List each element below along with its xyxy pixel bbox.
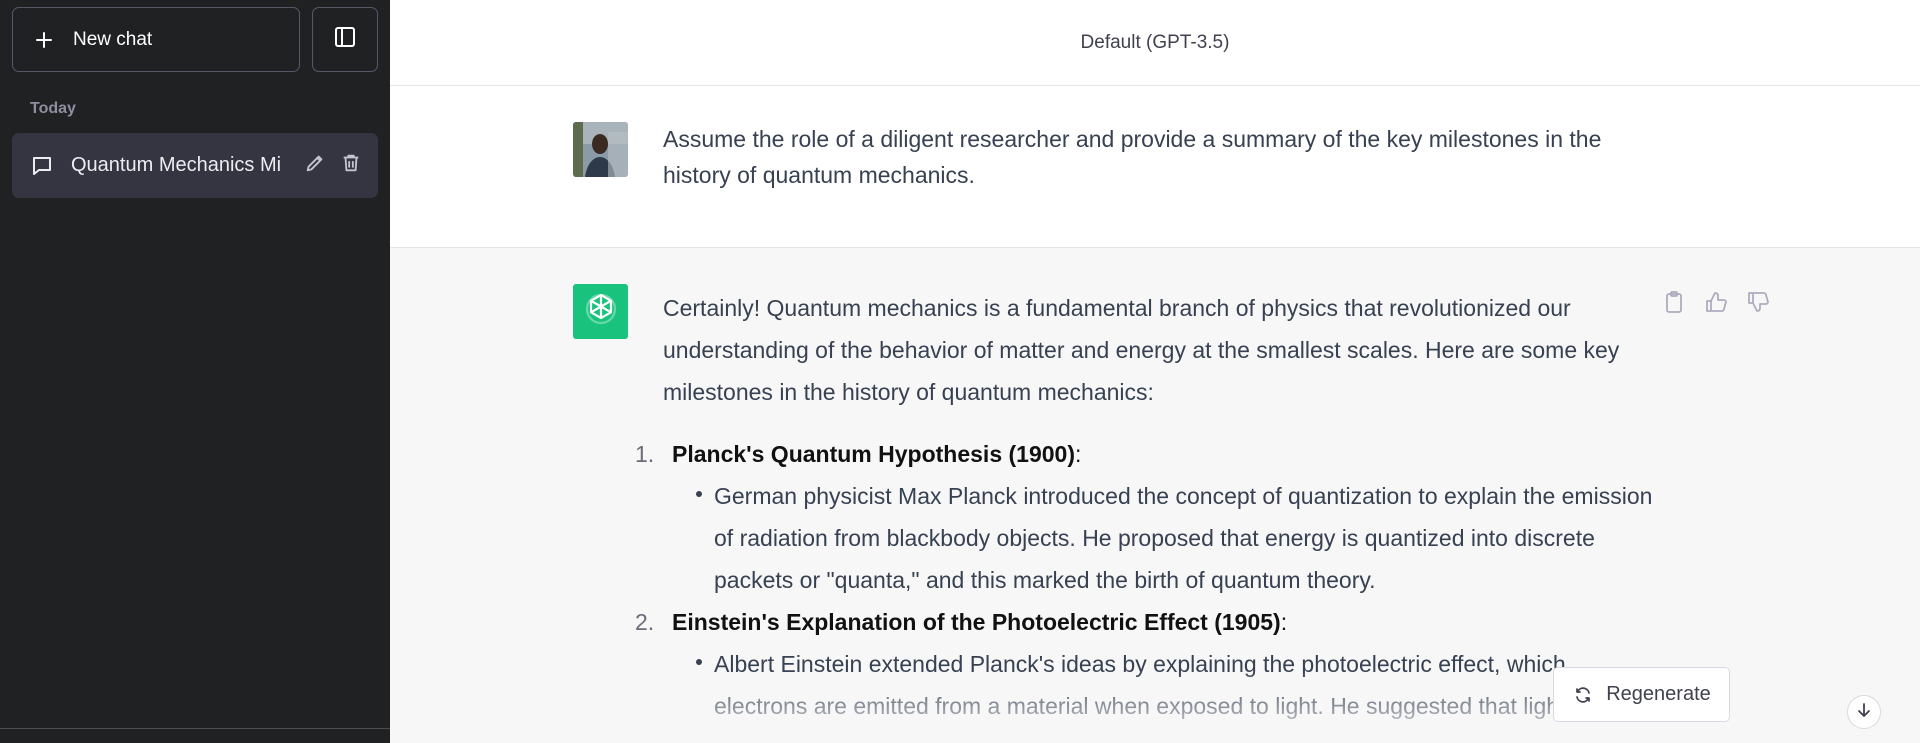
- conversation-title: Quantum Mechanics Mi: [71, 154, 282, 176]
- list-bullet: German physicist Max Planck introduced t…: [672, 475, 1663, 601]
- sidebar-divider: [0, 728, 390, 729]
- thumbs-up-icon: [1704, 290, 1728, 319]
- arrow-down-icon: [1855, 701, 1873, 724]
- list-number: 1.: [635, 441, 655, 467]
- list-heading-colon: :: [1280, 609, 1288, 635]
- thumbs-up-button[interactable]: [1702, 290, 1730, 318]
- list-heading-colon: :: [1074, 441, 1082, 467]
- chat-bubble-icon: [29, 153, 55, 179]
- section-label-today: Today: [30, 100, 76, 117]
- assistant-intro: Certainly! Quantum mechanics is a fundam…: [663, 295, 1620, 405]
- list-item: 1. Planck's Quantum Hypothesis (1900): G…: [635, 433, 1663, 601]
- delete-conversation-button[interactable]: [337, 152, 365, 180]
- assistant-avatar: [573, 284, 628, 339]
- conversation-item[interactable]: Quantum Mechanics Mi: [12, 133, 378, 198]
- regenerate-button[interactable]: Regenerate: [1553, 667, 1730, 722]
- clipboard-icon: [1663, 290, 1685, 319]
- copy-button[interactable]: [1660, 290, 1688, 318]
- regenerate-label: Regenerate: [1606, 683, 1711, 705]
- new-chat-button[interactable]: New chat: [12, 7, 300, 72]
- main-panel: Default (GPT-3.5) Assume the role of a d…: [390, 0, 1920, 743]
- user-message: Assume the role of a diligent researcher…: [390, 86, 1920, 248]
- scroll-to-bottom-button[interactable]: [1847, 695, 1881, 729]
- list-number: 2.: [635, 609, 655, 635]
- new-chat-label: New chat: [73, 28, 153, 50]
- model-header: Default (GPT-3.5): [390, 0, 1920, 86]
- app-root: New chat Today Quantum Mechanics Mi Defa…: [0, 0, 1920, 743]
- trash-icon: [340, 152, 362, 179]
- thumbs-down-icon: [1746, 290, 1770, 319]
- list-bullet: Albert Einstein extended Planck's ideas …: [672, 643, 1663, 727]
- refresh-icon: [1572, 684, 1594, 706]
- sidebar: New chat Today Quantum Mechanics Mi: [0, 0, 390, 743]
- pencil-icon: [304, 152, 326, 179]
- plus-icon: [32, 28, 56, 52]
- model-label: Default (GPT-3.5): [1080, 31, 1230, 53]
- openai-logo-icon: [582, 290, 620, 333]
- user-message-text: Assume the role of a diligent researcher…: [663, 126, 1602, 188]
- sidebar-toggle-button[interactable]: [312, 7, 378, 72]
- list-item: 2. Einstein's Explanation of the Photoel…: [635, 601, 1663, 727]
- thumbs-down-button[interactable]: [1744, 290, 1772, 318]
- list-heading: Planck's Quantum Hypothesis (1900): [672, 441, 1075, 467]
- list-heading: Einstein's Explanation of the Photoelect…: [672, 609, 1281, 635]
- assistant-message-body: Certainly! Quantum mechanics is a fundam…: [635, 287, 1663, 727]
- sidebar-toggle-icon: [333, 25, 357, 54]
- user-avatar: [573, 122, 628, 177]
- edit-conversation-button[interactable]: [301, 152, 329, 180]
- message-actions: [1660, 290, 1772, 318]
